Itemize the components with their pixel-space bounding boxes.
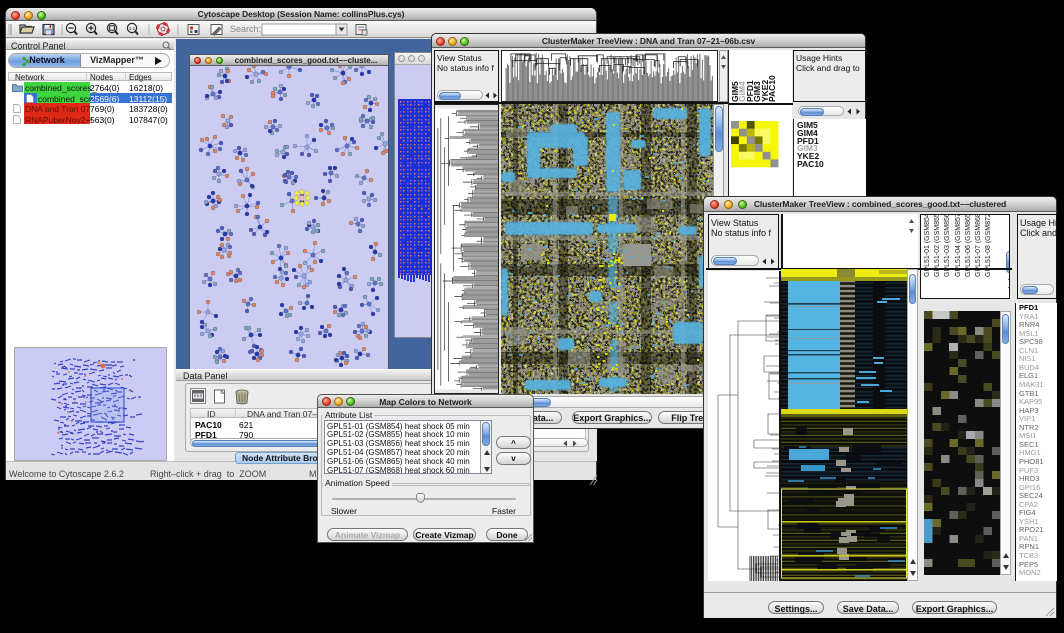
svg-text:1:1: 1:1 <box>129 26 136 31</box>
svg-text:Search:: Search: <box>230 24 261 34</box>
